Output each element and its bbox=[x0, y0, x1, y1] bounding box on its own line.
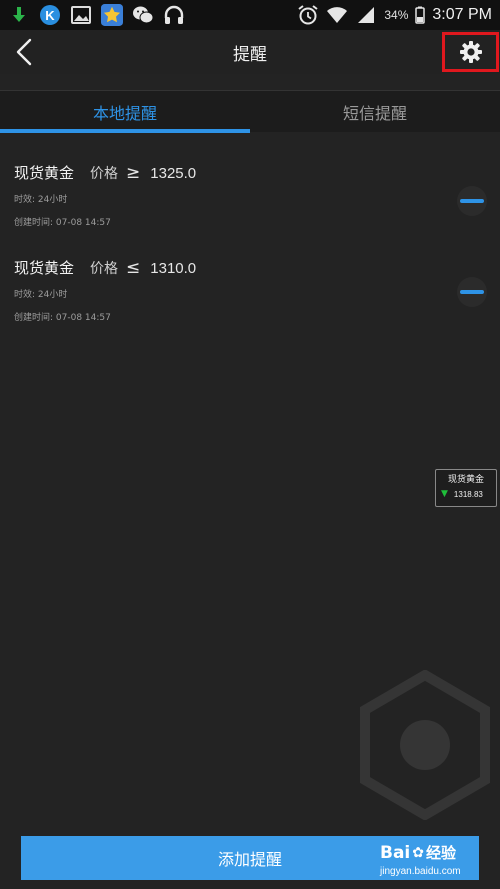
alert-created-time: 创建时间: 07-08 14:57 bbox=[14, 313, 111, 323]
active-tab-indicator bbox=[0, 129, 250, 133]
floating-price-widget[interactable]: 现货黄金 ▼ 1318.83 bbox=[435, 469, 497, 507]
widget-price: 1318.83 bbox=[453, 490, 483, 499]
baidu-url: jingyan.baidu.com bbox=[380, 866, 461, 877]
alert-validity: 时效: 24小时 bbox=[14, 290, 68, 300]
watermark-graphic bbox=[355, 669, 495, 821]
gear-icon bbox=[459, 41, 482, 63]
alert-instrument: 现货黄金 bbox=[14, 259, 75, 277]
status-bar: K 34% 3:07 PM bbox=[0, 0, 500, 30]
settings-button[interactable] bbox=[442, 32, 499, 72]
alert-condition: 现货黄金 价格 ≥ 1325.0 bbox=[14, 162, 196, 183]
status-bar-system: 34% 3:07 PM bbox=[297, 2, 492, 28]
alert-validity: 时效: 24小时 bbox=[14, 195, 68, 205]
baidu-brand: Bai bbox=[380, 842, 411, 863]
favorites-star-icon bbox=[101, 4, 123, 26]
svg-text:K: K bbox=[45, 8, 55, 23]
alert-condition: 现货黄金 价格 ≤ 1310.0 bbox=[14, 257, 196, 278]
alert-price: 1310.0 bbox=[150, 260, 197, 277]
wifi-icon bbox=[326, 4, 348, 26]
battery-level: 34% bbox=[384, 8, 409, 22]
alert-price: 1325.0 bbox=[150, 165, 197, 182]
signal-icon bbox=[355, 4, 377, 26]
alert-operator: ≤ bbox=[126, 258, 141, 278]
widget-instrument: 现货黄金 bbox=[447, 475, 484, 485]
remove-alert-button[interactable] bbox=[457, 186, 487, 216]
widget-quote: ▼ 1318.83 bbox=[441, 489, 483, 500]
alert-instrument: 现货黄金 bbox=[14, 164, 75, 182]
download-arrow-icon bbox=[8, 4, 30, 26]
k-app-icon: K bbox=[39, 4, 61, 26]
headphones-icon bbox=[163, 4, 185, 26]
status-bar-notifications: K bbox=[8, 2, 185, 28]
clock: 3:07 PM bbox=[432, 6, 492, 23]
baidu-logo: Bai ✿ 经验 bbox=[380, 842, 456, 863]
remove-alert-button[interactable] bbox=[457, 277, 487, 307]
tab-local-alerts[interactable]: 本地提醒 bbox=[0, 91, 250, 133]
alert-price-label: 价格 bbox=[90, 166, 119, 182]
alert-item: 现货黄金 价格 ≤ 1310.0 时效: 24小时 创建时间: 07-08 14… bbox=[0, 257, 500, 345]
paw-icon: ✿ bbox=[412, 844, 424, 861]
gallery-icon bbox=[70, 4, 92, 26]
alarm-icon bbox=[297, 4, 319, 26]
alert-price-label: 价格 bbox=[90, 261, 119, 277]
battery-icon bbox=[415, 4, 426, 26]
minus-icon bbox=[460, 199, 484, 203]
wechat-icon bbox=[132, 4, 154, 26]
down-arrow-icon: ▼ bbox=[441, 489, 448, 499]
title-bar: 提醒 bbox=[0, 30, 500, 74]
alert-created-time: 创建时间: 07-08 14:57 bbox=[14, 218, 111, 228]
alert-operator: ≥ bbox=[126, 163, 141, 183]
tab-bar: 本地提醒 短信提醒 bbox=[0, 90, 500, 133]
page-title: 提醒 bbox=[233, 45, 267, 65]
baidu-jingyan-watermark: Bai ✿ 经验 jingyan.baidu.com bbox=[380, 842, 498, 886]
minus-icon bbox=[460, 290, 484, 294]
baidu-brand-suffix: 经验 bbox=[426, 844, 457, 862]
tab-sms-alerts[interactable]: 短信提醒 bbox=[250, 91, 500, 133]
alert-item: 现货黄金 价格 ≥ 1325.0 时效: 24小时 创建时间: 07-08 14… bbox=[0, 162, 500, 250]
